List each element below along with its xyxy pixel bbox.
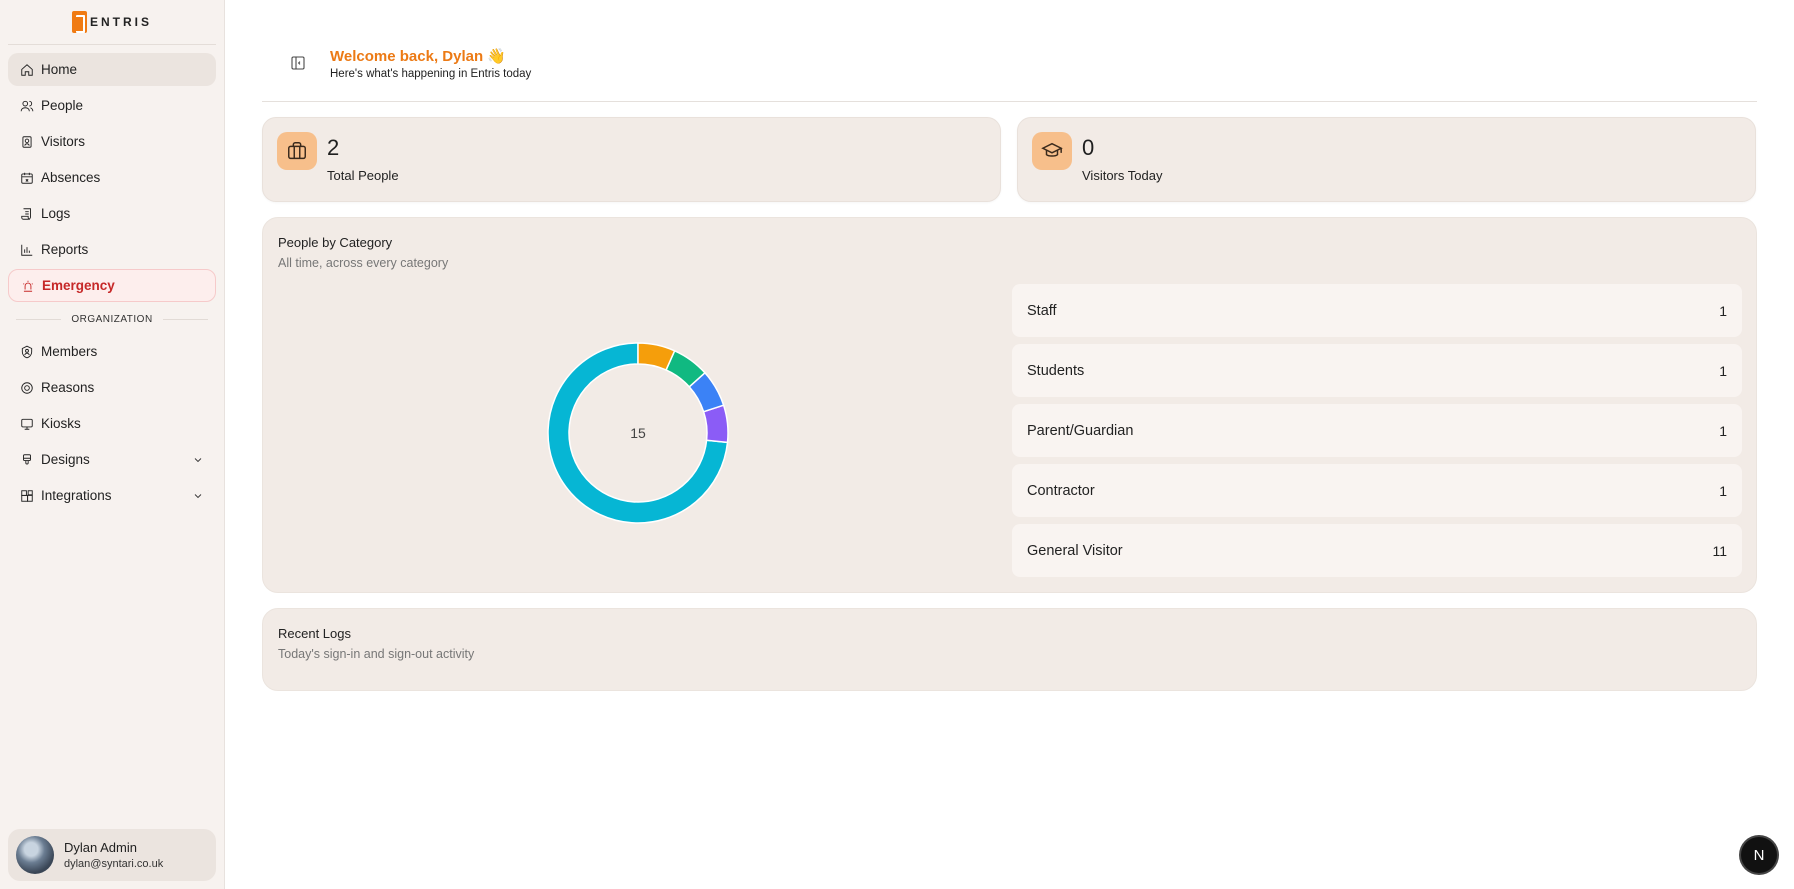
sidebar-item-label: Reasons: [41, 380, 95, 395]
shield-user-icon: [20, 345, 34, 359]
stat-label: Total People: [327, 168, 399, 183]
sidebar-item-label: Logs: [41, 206, 71, 221]
home-icon: [20, 63, 34, 77]
sidebar-item-label: Emergency: [42, 278, 115, 293]
user-profile-card[interactable]: Dylan Admin dylan@syntari.co.uk: [8, 829, 216, 881]
brand-name: ENTRIS: [89, 15, 152, 29]
org-nav: Members Reasons Kiosks Designs Integrati…: [0, 335, 224, 512]
recent-logs-panel: Recent Logs Today's sign-in and sign-out…: [262, 608, 1757, 691]
list-item: General Visitor 11: [1012, 524, 1742, 577]
category-list: Staff 1 Students 1 Parent/Guardian 1 Con…: [1012, 284, 1742, 584]
target-icon: [20, 381, 34, 395]
briefcase-icon: [277, 132, 317, 170]
list-item: Parent/Guardian 1: [1012, 404, 1742, 457]
sidebar-item-emergency[interactable]: Emergency: [8, 269, 216, 302]
category-count: 1: [1719, 482, 1727, 499]
list-item: Contractor 1: [1012, 464, 1742, 517]
sidebar-item-designs[interactable]: Designs: [8, 443, 216, 476]
category-count: 1: [1719, 302, 1727, 319]
welcome-subtitle: Here's what's happening in Entris today: [330, 68, 532, 80]
sidebar-item-logs[interactable]: Logs: [8, 197, 216, 230]
panel-subtitle: Today's sign-in and sign-out activity: [278, 647, 475, 661]
siren-icon: [21, 279, 35, 293]
section-label-organization: ORGANIZATION: [16, 314, 208, 325]
stat-label: Visitors Today: [1082, 168, 1163, 183]
sidebar-item-label: Home: [41, 62, 78, 77]
user-email: dylan@syntari.co.uk: [64, 858, 164, 870]
welcome-title: Welcome back, Dylan 👋: [330, 48, 506, 65]
sidebar-item-home[interactable]: Home: [8, 53, 216, 86]
user-name: Dylan Admin: [64, 840, 137, 855]
category-count: 1: [1719, 422, 1727, 439]
panel-title: People by Category: [278, 235, 393, 250]
panel-title: Recent Logs: [278, 626, 351, 641]
brush-icon: [20, 453, 34, 467]
bar-chart-icon: [20, 243, 34, 257]
sidebar-item-label: Integrations: [41, 488, 112, 503]
stat-value: 0: [1082, 135, 1095, 160]
sidebar-item-members[interactable]: Members: [8, 335, 216, 368]
chevron-down-icon[interactable]: [192, 490, 204, 502]
sidebar-item-label: Members: [41, 344, 98, 359]
badge-icon: [20, 135, 34, 149]
calendar-icon: [20, 171, 34, 185]
category-name: Parent/Guardian: [1027, 422, 1134, 439]
main-nav: Home People Visitors Absences Logs Repor…: [0, 45, 224, 302]
people-by-category-panel: People by Category All time, across ever…: [262, 217, 1757, 593]
sidebar-item-absences[interactable]: Absences: [8, 161, 216, 194]
sidebar-item-reports[interactable]: Reports: [8, 233, 216, 266]
stat-card-visitors-today: 0 Visitors Today: [1017, 117, 1756, 202]
list-item: Students 1: [1012, 344, 1742, 397]
sidebar: ENTRIS Home People Visitors Absences Log…: [0, 0, 225, 889]
category-name: Contractor: [1027, 482, 1095, 499]
brand-logo[interactable]: ENTRIS: [8, 0, 216, 45]
sidebar-item-integrations[interactable]: Integrations: [8, 479, 216, 512]
sidebar-item-kiosks[interactable]: Kiosks: [8, 407, 216, 440]
logo-mark-icon: [71, 11, 87, 33]
stat-value: 2: [327, 135, 340, 160]
floating-action-button[interactable]: N: [1741, 837, 1777, 873]
user-info: Dylan Admin dylan@syntari.co.uk: [64, 840, 163, 870]
sidebar-item-visitors[interactable]: Visitors: [8, 125, 216, 158]
stat-card-total-people: 2 Total People: [262, 117, 1001, 202]
list-item: Staff 1: [1012, 284, 1742, 337]
sidebar-toggle-icon[interactable]: [290, 55, 306, 71]
page-header: Welcome back, Dylan 👋 Here's what's happ…: [262, 40, 1757, 102]
graduation-cap-icon: [1032, 132, 1072, 170]
scroll-icon: [20, 207, 34, 221]
chevron-down-icon[interactable]: [192, 454, 204, 466]
sidebar-item-label: Designs: [41, 452, 90, 467]
avatar: [16, 836, 54, 874]
sidebar-item-reasons[interactable]: Reasons: [8, 371, 216, 404]
sidebar-item-label: Absences: [41, 170, 101, 185]
category-name: General Visitor: [1027, 542, 1123, 559]
category-name: Staff: [1027, 302, 1057, 319]
category-count: 1: [1719, 362, 1727, 379]
sidebar-item-people[interactable]: People: [8, 89, 216, 122]
sidebar-item-label: Visitors: [41, 134, 86, 149]
category-count: 11: [1712, 542, 1727, 559]
sidebar-item-label: People: [41, 98, 84, 113]
category-name: Students: [1027, 362, 1085, 379]
donut-center-total: 15: [630, 425, 646, 441]
blocks-icon: [20, 489, 34, 503]
donut-svg: 15: [547, 342, 729, 524]
category-donut-chart: 15: [543, 338, 733, 528]
monitor-icon: [20, 417, 34, 431]
sidebar-item-label: Kiosks: [41, 416, 81, 431]
users-icon: [20, 99, 34, 113]
panel-subtitle: All time, across every category: [278, 256, 449, 270]
sidebar-item-label: Reports: [41, 242, 89, 257]
